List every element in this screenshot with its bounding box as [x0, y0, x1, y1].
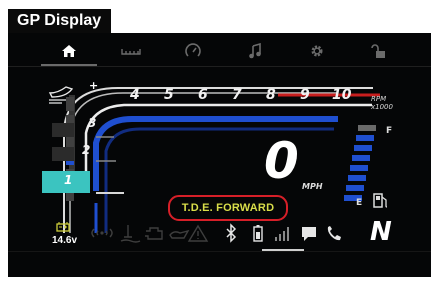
rpm-unit-line: RPM [371, 95, 387, 103]
tach-number: 5 [164, 87, 174, 103]
page-indicator [262, 249, 304, 251]
phone-call-icon [327, 226, 341, 241]
engine-check-icon [145, 227, 163, 240]
tach-number: 9 [300, 87, 310, 103]
tach-number: 10 [332, 87, 352, 103]
tach-number: 6 [198, 87, 208, 103]
neutral-indicator: N [370, 217, 392, 247]
signal-icon [91, 228, 113, 238]
gear-label: 2 [82, 143, 91, 157]
current-gear: 1 [64, 173, 73, 187]
gauge-display: 4 5 6 7 8 9 10 RPM x1000 + − 3 2 1 0 MPH… [8, 33, 431, 277]
gear-bars [42, 123, 90, 193]
phone-signal-icon [275, 227, 289, 241]
message-icon [302, 227, 316, 241]
speed-readout: 0 [264, 132, 299, 190]
rpm-multiplier-line: x1000 [371, 103, 393, 111]
drive-mode-indicator: T.D.E. FORWARD [168, 195, 288, 221]
warning-icon [187, 224, 209, 242]
battery-voltage: 14.6v [52, 235, 78, 246]
rpm-unit-label: RPM x1000 [371, 95, 393, 111]
fuel-empty-label: E [356, 198, 363, 208]
battery-icon [56, 222, 70, 232]
speed-unit: MPH [302, 182, 323, 191]
gear-label: 3 [88, 116, 97, 130]
trim-up-label: + [89, 79, 99, 92]
tach-number: 4 [130, 87, 140, 103]
oil-pressure-icon [169, 229, 190, 239]
fuel-full-label: F [386, 126, 393, 136]
tach-number: 8 [266, 87, 276, 103]
phone-battery-icon [253, 225, 263, 242]
page-caption: GP Display [8, 9, 112, 33]
fuel-pump-icon [373, 193, 388, 208]
tach-number: 7 [232, 87, 242, 103]
bluetooth-icon [226, 223, 237, 243]
oil-temperature-icon [120, 225, 141, 243]
status-bar-divider [8, 251, 431, 252]
